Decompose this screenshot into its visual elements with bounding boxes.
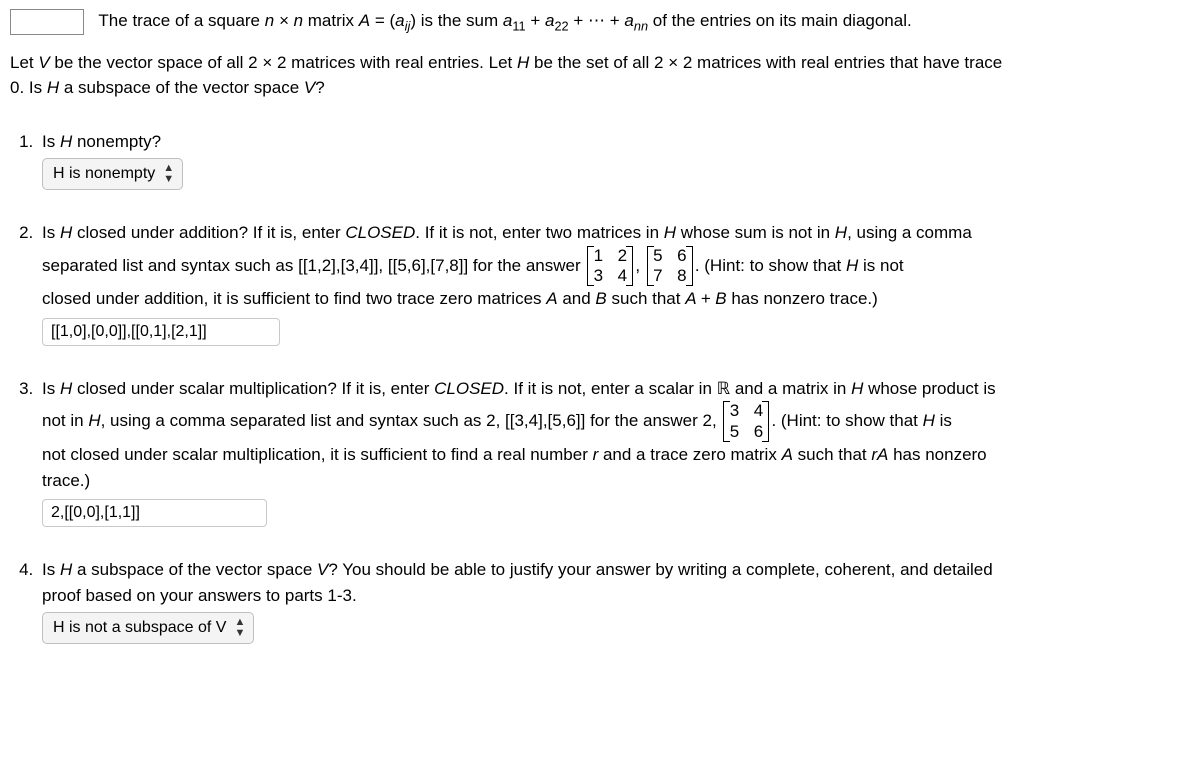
- problem-statement: Let V be the vector space of all 2 × 2 m…: [10, 50, 1190, 101]
- question-3: Is H closed under scalar multiplication?…: [38, 376, 1190, 527]
- updown-icon: ▲▼: [234, 617, 245, 639]
- answer-box-blank[interactable]: [10, 9, 84, 35]
- q4-select-value: H is not a subspace of V: [53, 616, 226, 640]
- question-4: Is H a subspace of the vector space V? Y…: [38, 557, 1190, 644]
- trace-definition: The trace of a square n × n matrix A = (…: [10, 8, 1190, 36]
- q4-select[interactable]: H is not a subspace of V ▲▼: [42, 612, 254, 644]
- updown-icon: ▲▼: [163, 163, 174, 185]
- matrix-2: 56 78: [647, 246, 693, 287]
- matrix-3: 34 56: [723, 401, 769, 442]
- question-list: Is H nonempty? H is nonempty ▲▼ Is H clo…: [10, 129, 1190, 645]
- question-1: Is H nonempty? H is nonempty ▲▼: [38, 129, 1190, 191]
- q1-select-value: H is nonempty: [53, 162, 155, 186]
- q2-input[interactable]: [42, 318, 280, 346]
- q3-input[interactable]: [42, 499, 267, 527]
- question-2: Is H closed under addition? If it is, en…: [38, 220, 1190, 346]
- matrix-1: 12 34: [587, 246, 633, 287]
- q1-select[interactable]: H is nonempty ▲▼: [42, 158, 183, 190]
